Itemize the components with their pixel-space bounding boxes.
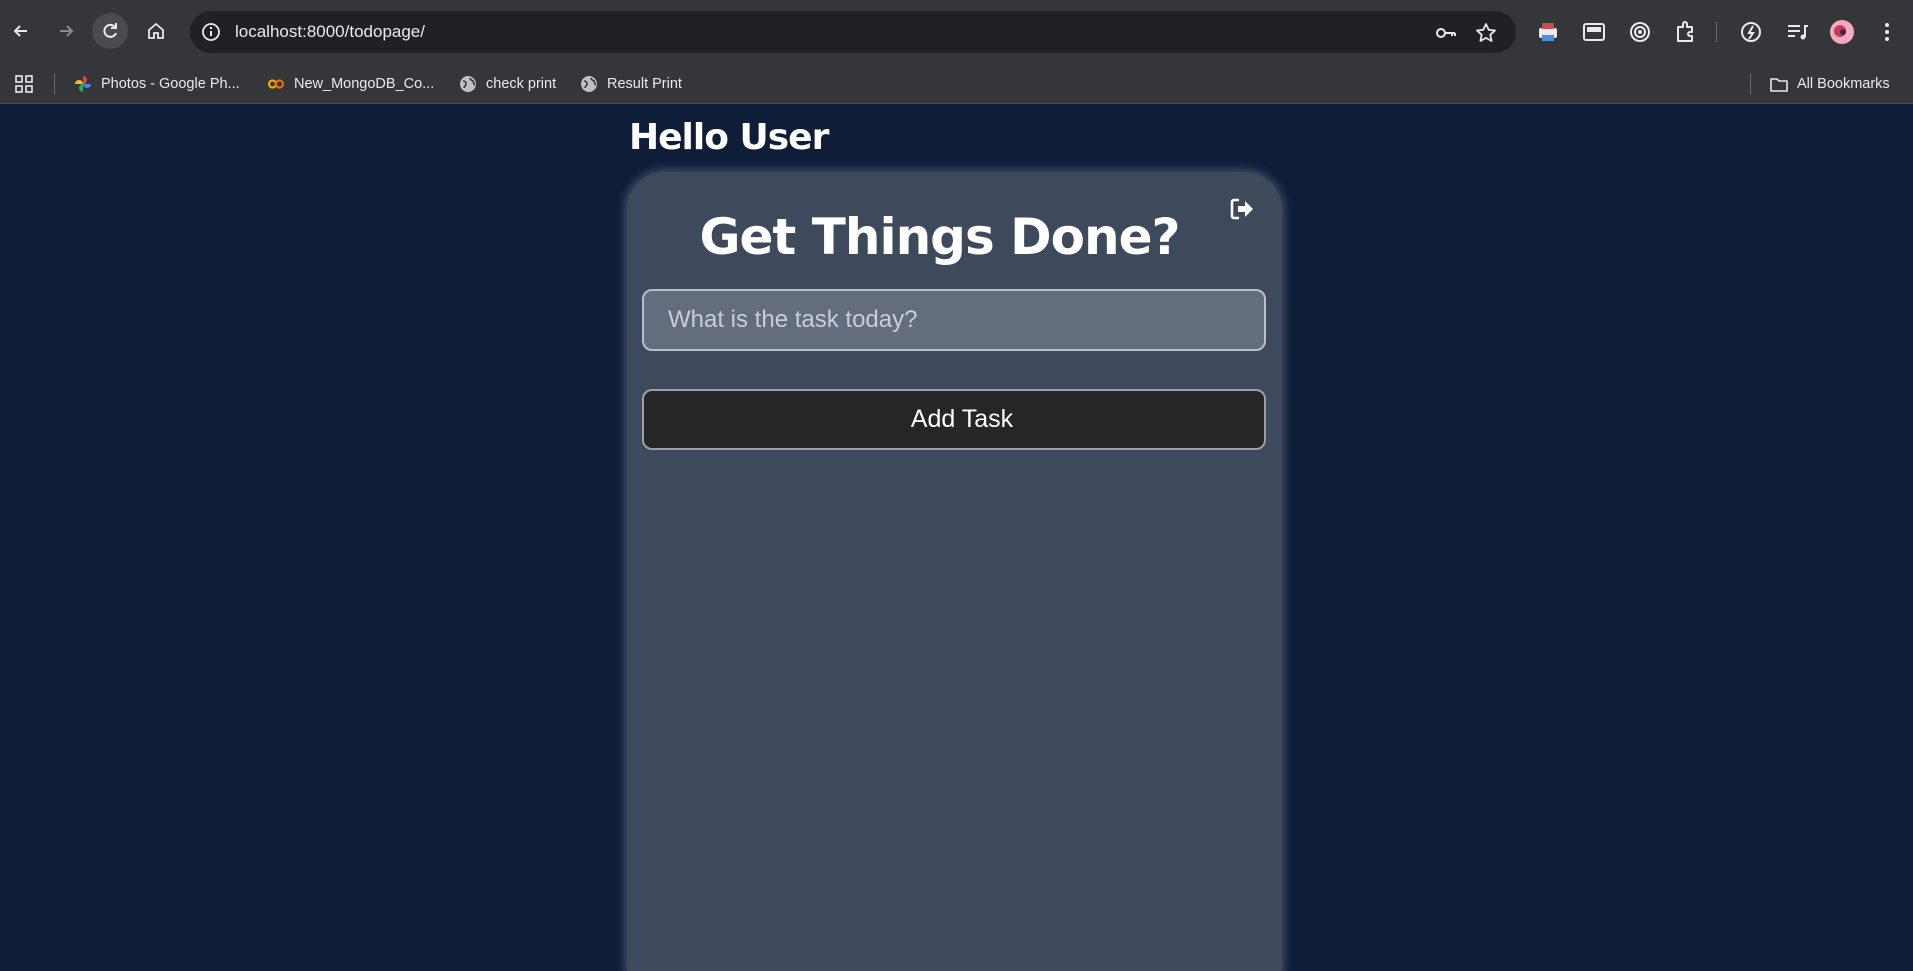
forward-button[interactable] [48, 13, 84, 49]
greeting-heading: Hello User [629, 117, 829, 158]
browser-toolbar: localhost:8000/todopage/ [0, 0, 1913, 64]
extensions-puzzle-icon[interactable] [1673, 19, 1699, 45]
all-bookmarks-button[interactable]: All Bookmarks [1770, 72, 1890, 96]
task-input[interactable] [642, 289, 1266, 351]
reload-button[interactable] [92, 13, 128, 49]
bookmark-check-print[interactable]: check print [459, 72, 556, 96]
target-extension-icon[interactable] [1627, 19, 1653, 45]
info-icon[interactable] [200, 21, 222, 43]
avatar[interactable] [1829, 19, 1855, 45]
address-bar[interactable]: localhost:8000/todopage/ [190, 11, 1516, 53]
bookmark-label: Photos - Google Ph... [101, 76, 240, 92]
all-bookmarks-label: All Bookmarks [1797, 76, 1890, 92]
bookmarks-divider [54, 74, 55, 94]
bookmark-mongodb-colab[interactable]: New_MongoDB_Co... [267, 72, 434, 96]
arrow-right-icon [60, 25, 74, 37]
home-icon [148, 22, 164, 39]
url-text[interactable]: localhost:8000/todopage/ [235, 22, 425, 42]
bookmarks-bar: Photos - Google Ph... New_MongoDB_Co... … [0, 64, 1913, 104]
bookmark-label: Result Print [607, 76, 682, 92]
media-playlist-icon[interactable] [1784, 19, 1810, 45]
globe-icon [460, 76, 476, 92]
apps-grid-icon [15, 75, 33, 93]
performance-icon[interactable] [1738, 19, 1764, 45]
arrow-left-icon [13, 25, 27, 37]
star-icon[interactable] [1474, 21, 1498, 45]
printer-extension-icon[interactable] [1535, 19, 1561, 45]
reload-icon [103, 23, 117, 38]
key-icon[interactable] [1434, 21, 1458, 45]
more-menu-icon[interactable] [1874, 19, 1900, 45]
add-task-button[interactable]: Add Task [642, 389, 1266, 450]
folder-icon [1770, 78, 1788, 92]
google-photos-icon [75, 76, 91, 92]
apps-button[interactable] [15, 72, 33, 96]
bookmark-label: New_MongoDB_Co... [294, 76, 435, 92]
bookmarks-divider [1750, 74, 1751, 94]
window-extension-icon[interactable] [1581, 19, 1607, 45]
todo-card: Get Things Done? Add Task [627, 172, 1282, 971]
globe-icon [581, 76, 597, 92]
bookmark-label: check print [486, 76, 557, 92]
toolbar-divider [1716, 22, 1717, 42]
back-button[interactable] [3, 13, 39, 49]
colab-icon [267, 79, 285, 89]
bookmark-result-print[interactable]: Result Print [580, 72, 682, 96]
bookmark-google-photos[interactable]: Photos - Google Ph... [74, 72, 240, 96]
home-button[interactable] [138, 13, 174, 49]
card-title: Get Things Done? [699, 208, 1180, 266]
